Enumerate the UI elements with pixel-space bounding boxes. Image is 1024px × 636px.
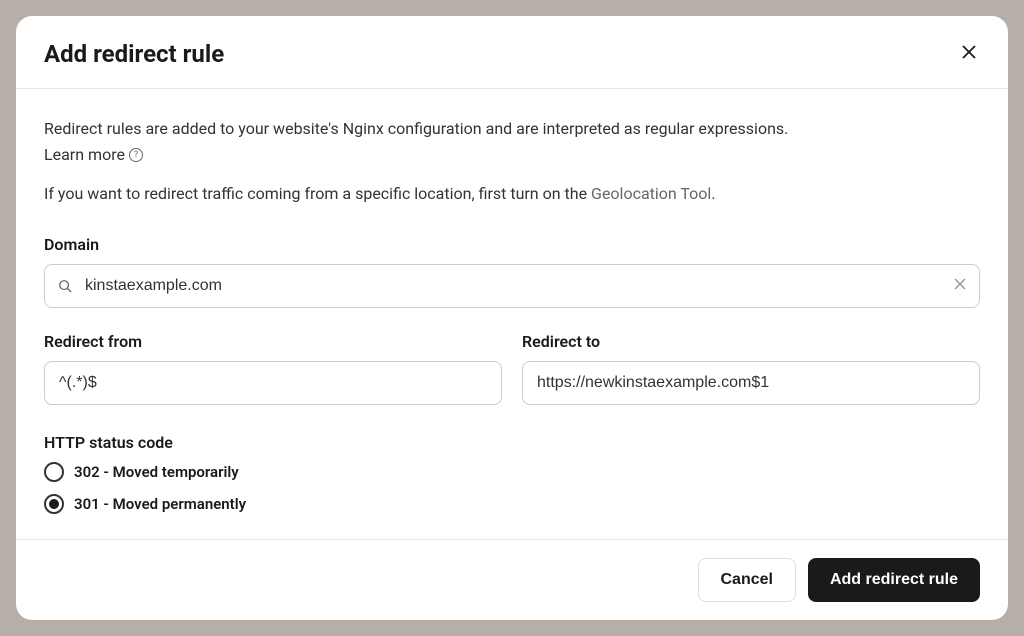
geo-prefix: If you want to redirect traffic coming f… — [44, 184, 591, 203]
geo-suffix: . — [711, 184, 715, 203]
modal-header: Add redirect rule — [16, 16, 1008, 89]
redirect-to-group: Redirect to — [522, 332, 980, 405]
close-button[interactable] — [958, 40, 980, 66]
domain-group: Domain — [44, 235, 980, 308]
redirect-from-wrapper — [44, 361, 502, 405]
modal-title: Add redirect rule — [44, 40, 224, 68]
geolocation-tool-link[interactable]: Geolocation Tool — [591, 184, 711, 203]
description-text: Redirect rules are added to your website… — [44, 117, 980, 141]
modal-footer: Cancel Add redirect rule — [16, 539, 1008, 620]
redirect-to-label: Redirect to — [522, 332, 980, 351]
radio-option-302[interactable]: 302 - Moved temporarily — [44, 462, 980, 482]
clear-icon — [954, 278, 966, 290]
status-code-radio-group: 302 - Moved temporarily 301 - Moved perm… — [44, 462, 980, 514]
help-icon: ? — [129, 148, 143, 162]
radio-option-301[interactable]: 301 - Moved permanently — [44, 494, 980, 514]
domain-input[interactable] — [44, 264, 980, 308]
cancel-button[interactable]: Cancel — [698, 558, 796, 602]
radio-circle-301 — [44, 494, 64, 514]
clear-domain-button[interactable] — [954, 278, 966, 294]
status-code-label: HTTP status code — [44, 433, 980, 452]
redirect-row: Redirect from Redirect to — [44, 332, 980, 405]
add-redirect-modal: Add redirect rule Redirect rules are add… — [16, 16, 1008, 620]
radio-circle-302 — [44, 462, 64, 482]
redirect-to-wrapper — [522, 361, 980, 405]
geo-text: If you want to redirect traffic coming f… — [44, 184, 980, 203]
radio-label-301: 301 - Moved permanently — [74, 495, 246, 513]
status-code-group: HTTP status code 302 - Moved temporarily… — [44, 433, 980, 514]
learn-more-link[interactable]: Learn more ? — [44, 145, 143, 164]
domain-input-wrapper — [44, 264, 980, 308]
close-icon — [962, 45, 976, 59]
redirect-from-label: Redirect from — [44, 332, 502, 351]
learn-more-label: Learn more — [44, 145, 125, 164]
redirect-from-input[interactable] — [44, 361, 502, 405]
redirect-to-input[interactable] — [522, 361, 980, 405]
domain-label: Domain — [44, 235, 980, 254]
modal-body: Redirect rules are added to your website… — [16, 89, 1008, 539]
radio-label-302: 302 - Moved temporarily — [74, 463, 239, 481]
add-redirect-button[interactable]: Add redirect rule — [808, 558, 980, 602]
redirect-from-group: Redirect from — [44, 332, 502, 405]
